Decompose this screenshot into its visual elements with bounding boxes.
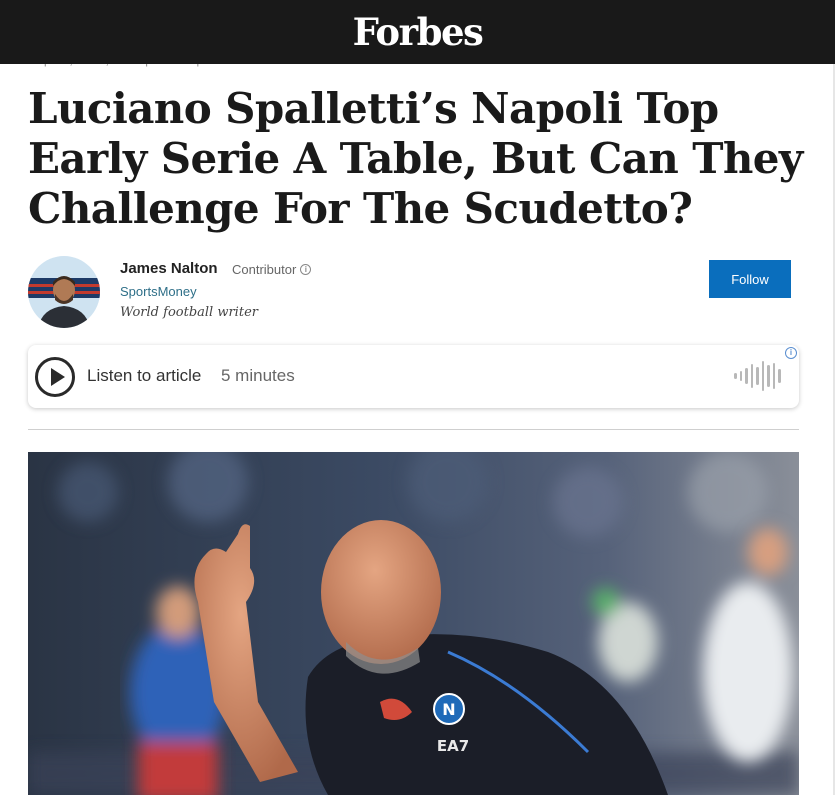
author-role: Contributor i — [232, 262, 312, 277]
section-divider — [28, 429, 799, 430]
author-bio: World football writer — [120, 305, 258, 320]
site-header: Forbes — [0, 0, 835, 64]
play-icon[interactable] — [35, 357, 75, 397]
sponsor-text: EA7 — [437, 737, 469, 755]
author-name[interactable]: James Nalton — [120, 260, 218, 277]
listen-label[interactable]: Listen to article — [87, 366, 201, 386]
waveform-icon — [734, 359, 781, 393]
author-role-label: Contributor — [232, 262, 297, 277]
article-headline: Luciano Spalletti’s Napoli Top Early Ser… — [28, 84, 803, 233]
listen-duration: 5 minutes — [221, 366, 295, 385]
audio-player: Listen to article 5 minutes i — [28, 345, 799, 408]
author-avatar[interactable] — [28, 256, 100, 328]
info-icon[interactable]: i — [300, 264, 312, 275]
follow-button[interactable]: Follow — [709, 260, 791, 298]
author-section-link[interactable]: SportsMoney — [120, 284, 197, 299]
hero-image: N EA7 — [28, 452, 799, 795]
audio-info-icon[interactable]: i — [785, 347, 797, 359]
crest-badge-text: N — [442, 700, 455, 719]
forbes-logo[interactable]: Forbes — [353, 10, 484, 54]
